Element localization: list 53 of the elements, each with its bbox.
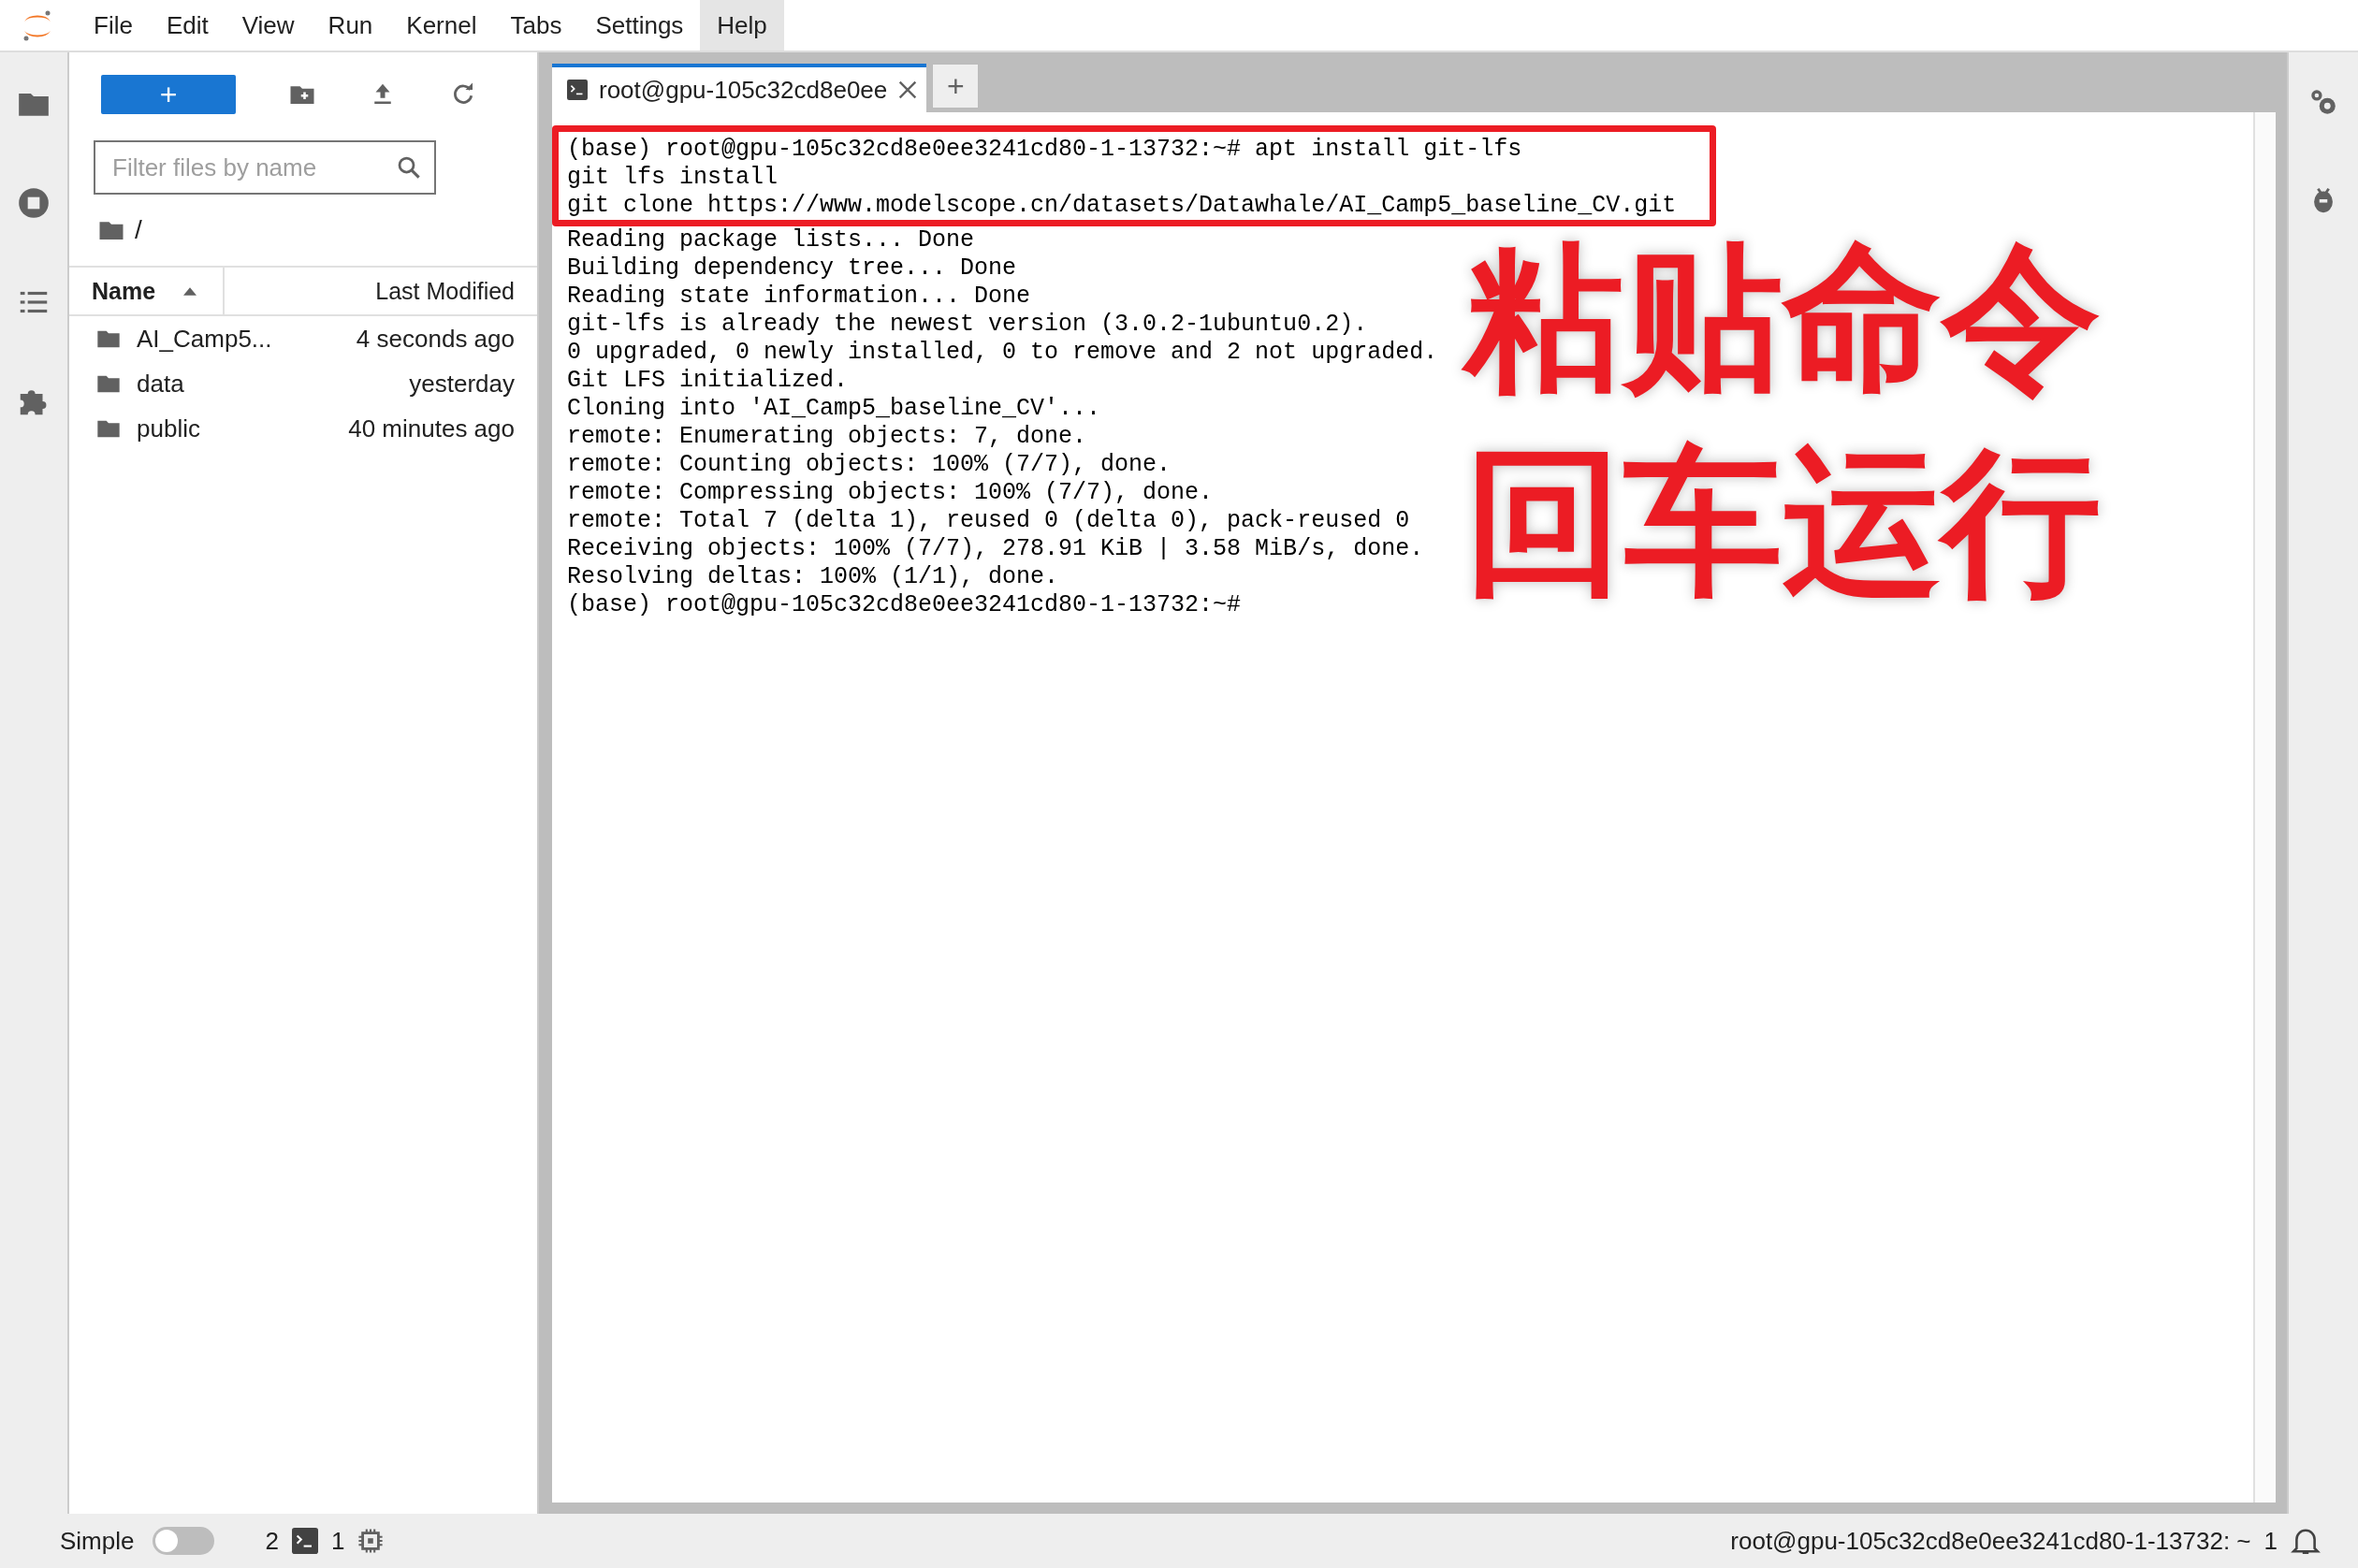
terminal-line: (base) root@gpu-105c32cd8e0ee3241cd80-1-13732:~# [567,591,1243,619]
terminal-line: Building dependency tree... Done [567,254,1018,283]
menu-item[interactable]: Run [311,0,390,51]
new-launcher-button[interactable]: + [101,75,236,114]
menu-item[interactable]: View [225,0,312,51]
file-name[interactable]: data [137,369,410,399]
new-tab-button[interactable]: + [932,64,980,109]
menu-item[interactable]: Kernel [389,0,494,51]
terminal-tab[interactable]: root@gpu-105c32cd8e0ee [552,64,927,112]
terminal-icon [567,80,588,100]
modified-time: 40 minutes ago [348,414,515,443]
close-icon[interactable] [898,80,918,99]
terminal-line: 0 upgraded, 0 newly installed, 0 to remove and 2 not upgraded. [567,339,1439,367]
terminal-line: git lfs install [567,164,779,192]
menu-item[interactable]: File [77,0,150,51]
stop-icon[interactable] [16,185,51,221]
terminal-count: 1 [330,1526,345,1556]
terminal-line: remote: Total 7 (delta 1), reused 0 (delta 0), pack-reused 0 [567,507,1411,535]
kernel-count: 2 [265,1526,279,1556]
notification-count: 1 [2263,1526,2278,1556]
terminal-line: remote: Compressing objects: 100% (7/7), done. [567,479,1215,507]
terminal-line: Git LFS initialized. [567,367,850,395]
mode-toggle[interactable] [153,1527,215,1555]
terminal-line: Reading state information... Done [567,283,1032,311]
tab-title: root@gpu-105c32cd8e0ee [599,75,888,105]
chip-icon [357,1528,385,1554]
mode-label: Simple [60,1526,135,1556]
sort-up-icon[interactable] [183,286,197,296]
terminal-line: Cloning into 'AI_Camp5_baseline_CV'... [567,395,1102,423]
terminal-line: remote: Enumerating objects: 7, done. [567,423,1088,451]
terminal-line: Receiving objects: 100% (7/7), 278.91 KiB | 3.58 MiB/s, done. [567,535,1425,563]
path-text[interactable]: / [135,215,142,245]
modified-time: yesterday [409,369,515,399]
menu-item[interactable]: Settings [578,0,701,51]
terminal-line: git clone https://www.modelscope.cn/datasets/Datawhale/AI_Camp5_baseline_CV.git [567,192,1677,220]
file-name[interactable]: public [137,414,349,443]
terminal-line: git-lfs is already the newest version (3.0.2-1ubuntu0.2). [567,311,1369,339]
file-name[interactable]: AI_Camp5... [137,324,357,354]
terminal-line: remote: Counting objects: 100% (7/7), done. [567,451,1172,479]
terminal-icon [291,1528,318,1554]
column-header[interactable]: Name [69,277,156,305]
terminal-name: root@gpu-105c32cd8e0ee3241cd80-1-13732: ~ [1730,1526,2251,1556]
menu-item[interactable]: Edit [149,0,226,51]
column-header[interactable]: Last Modified [223,268,537,314]
terminal-panel[interactable] [552,112,2276,1503]
terminal-line: Resolving deltas: 100% (1/1), done. [567,563,1060,591]
menu-item[interactable]: Tabs [493,0,579,51]
terminal-line: Reading package lists... Done [567,226,976,254]
annotation-text: 回车运行 [1464,438,2101,605]
modified-time: 4 seconds ago [356,324,515,354]
menu-item[interactable]: Help [700,0,784,51]
terminal-line: (base) root@gpu-105c32cd8e0ee3241cd80-1-13732:~# apt install git-lfs [567,136,1523,164]
filter-field[interactable]: Filter files by name [94,140,436,195]
